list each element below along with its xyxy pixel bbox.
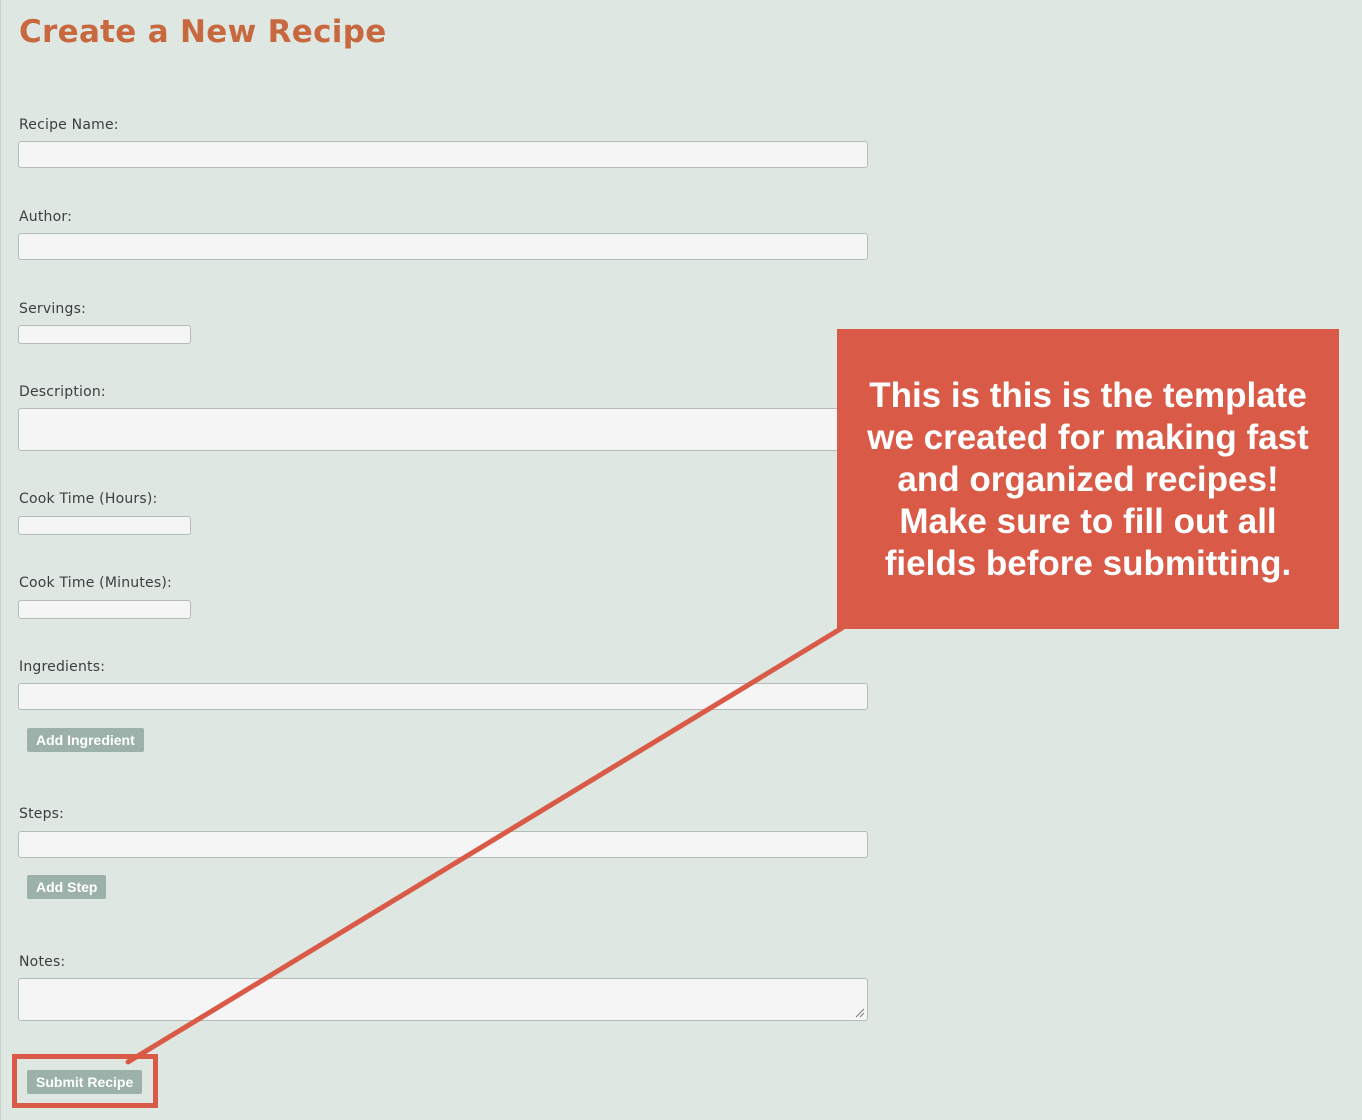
page-title: Create a New Recipe [19,14,387,50]
cook-time-minutes-label: Cook Time (Minutes): [19,575,172,591]
servings-input[interactable] [18,325,191,344]
annotation-line: Make sure to fill out all [899,502,1277,541]
recipe-name-label: Recipe Name: [19,117,119,133]
notes-textarea[interactable] [18,978,868,1021]
annotation-line: we created for making fast [867,418,1309,457]
servings-label: Servings: [19,301,87,317]
submit-highlight-box [12,1054,158,1108]
cook-time-hours-label: Cook Time (Hours): [19,491,158,507]
steps-input[interactable] [18,831,868,858]
ingredients-label: Ingredients: [19,659,106,675]
cook-time-minutes-input[interactable] [18,600,191,619]
add-ingredient-button[interactable]: Add Ingredient [27,728,144,752]
annotation-line: This is this is the template [869,376,1307,415]
steps-label: Steps: [19,806,65,822]
description-label: Description: [19,384,106,400]
annotation-callout: This is this is the template we created … [837,329,1339,629]
recipe-name-input[interactable] [18,141,868,168]
cook-time-hours-input[interactable] [18,516,191,535]
description-input[interactable] [18,408,848,451]
annotation-line: fields before submitting. [884,544,1292,583]
author-input[interactable] [18,233,868,260]
annotation-line: and organized recipes! [897,460,1279,499]
notes-label: Notes: [19,954,66,970]
ingredients-input[interactable] [18,683,868,710]
resize-grip-icon[interactable] [855,1008,865,1018]
add-step-button[interactable]: Add Step [27,875,107,899]
author-label: Author: [19,209,73,225]
